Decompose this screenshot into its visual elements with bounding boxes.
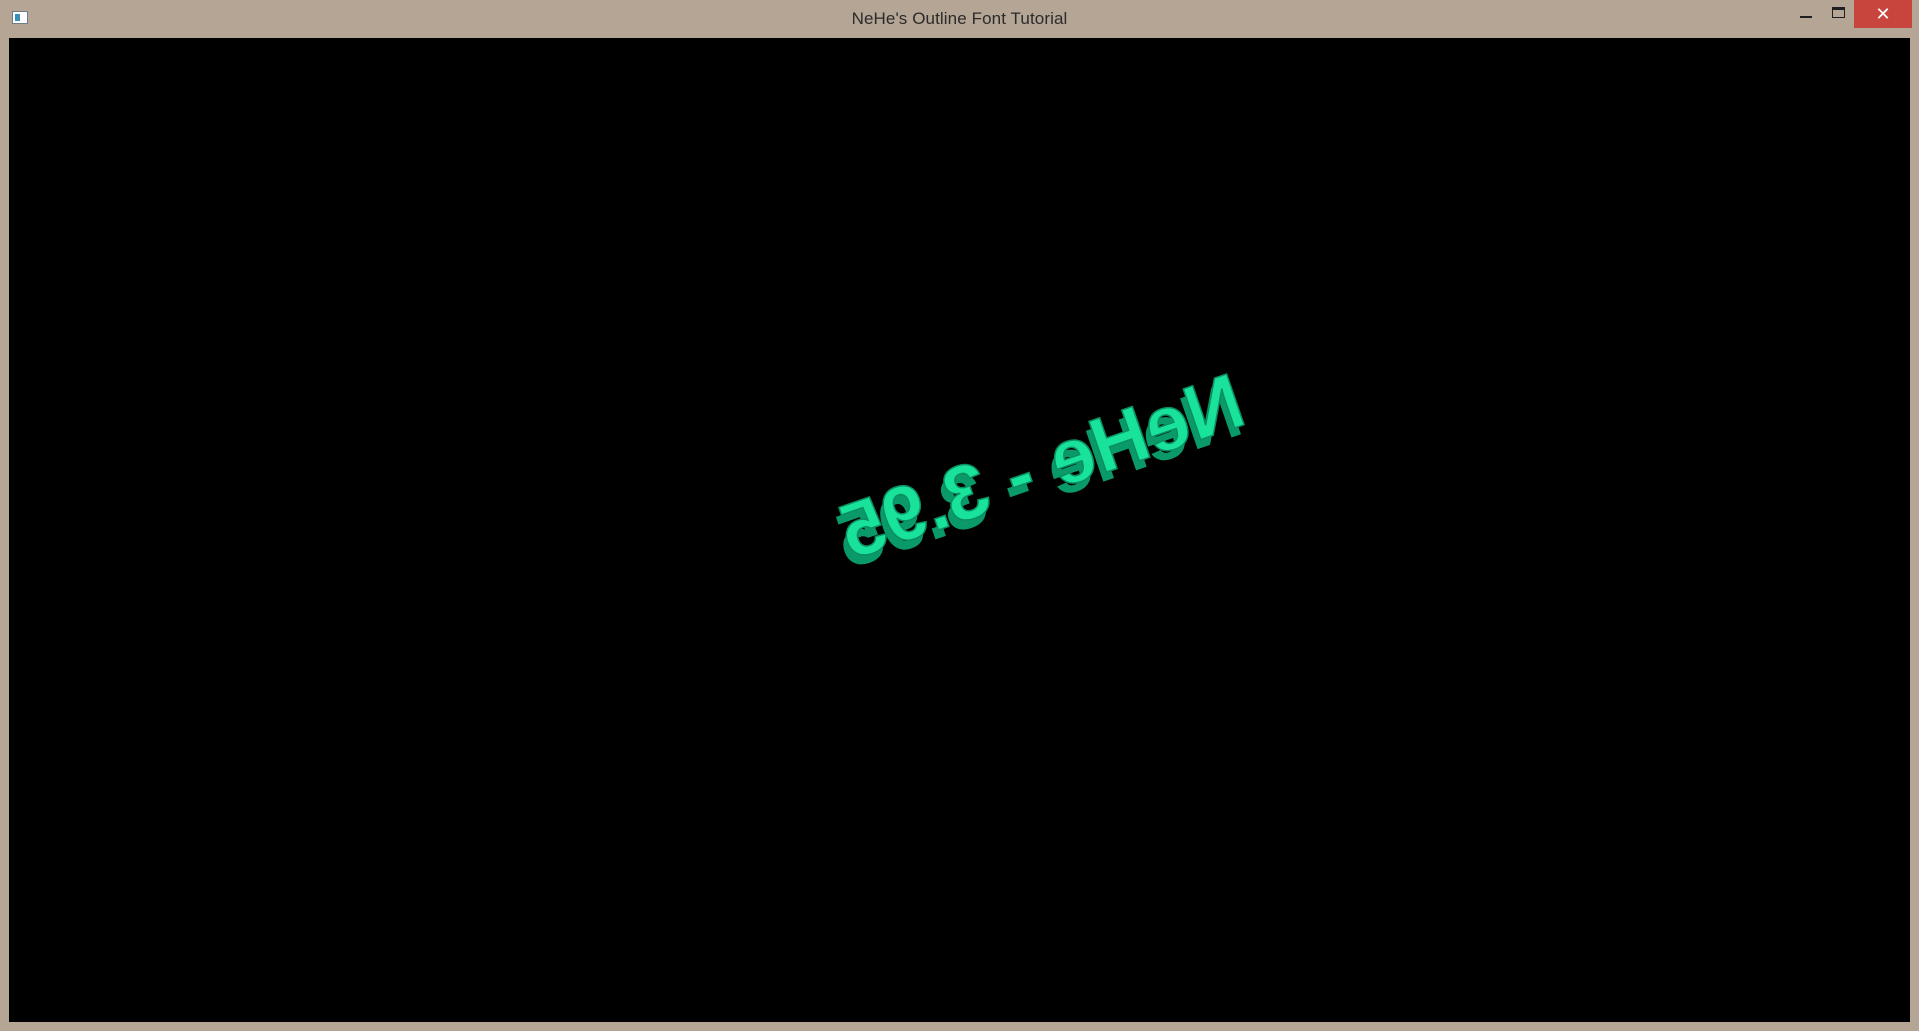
opengl-scene: NeHe - 3.95 NeHe - 3.95: [825, 355, 1255, 585]
maximize-button[interactable]: [1822, 0, 1854, 28]
minimize-icon: [1800, 16, 1812, 18]
window-title: NeHe's Outline Font Tutorial: [851, 9, 1068, 28]
close-button[interactable]: ✕: [1854, 0, 1912, 28]
close-icon: ✕: [1875, 4, 1891, 24]
minimize-button[interactable]: [1790, 0, 1822, 28]
title-bar[interactable]: NeHe's Outline Font Tutorial ✕: [0, 0, 1919, 38]
opengl-viewport[interactable]: NeHe - 3.95 NeHe - 3.95: [9, 38, 1910, 1022]
app-window: NeHe's Outline Font Tutorial ✕ NeHe - 3.…: [0, 0, 1919, 1031]
maximize-icon: [1832, 7, 1845, 18]
